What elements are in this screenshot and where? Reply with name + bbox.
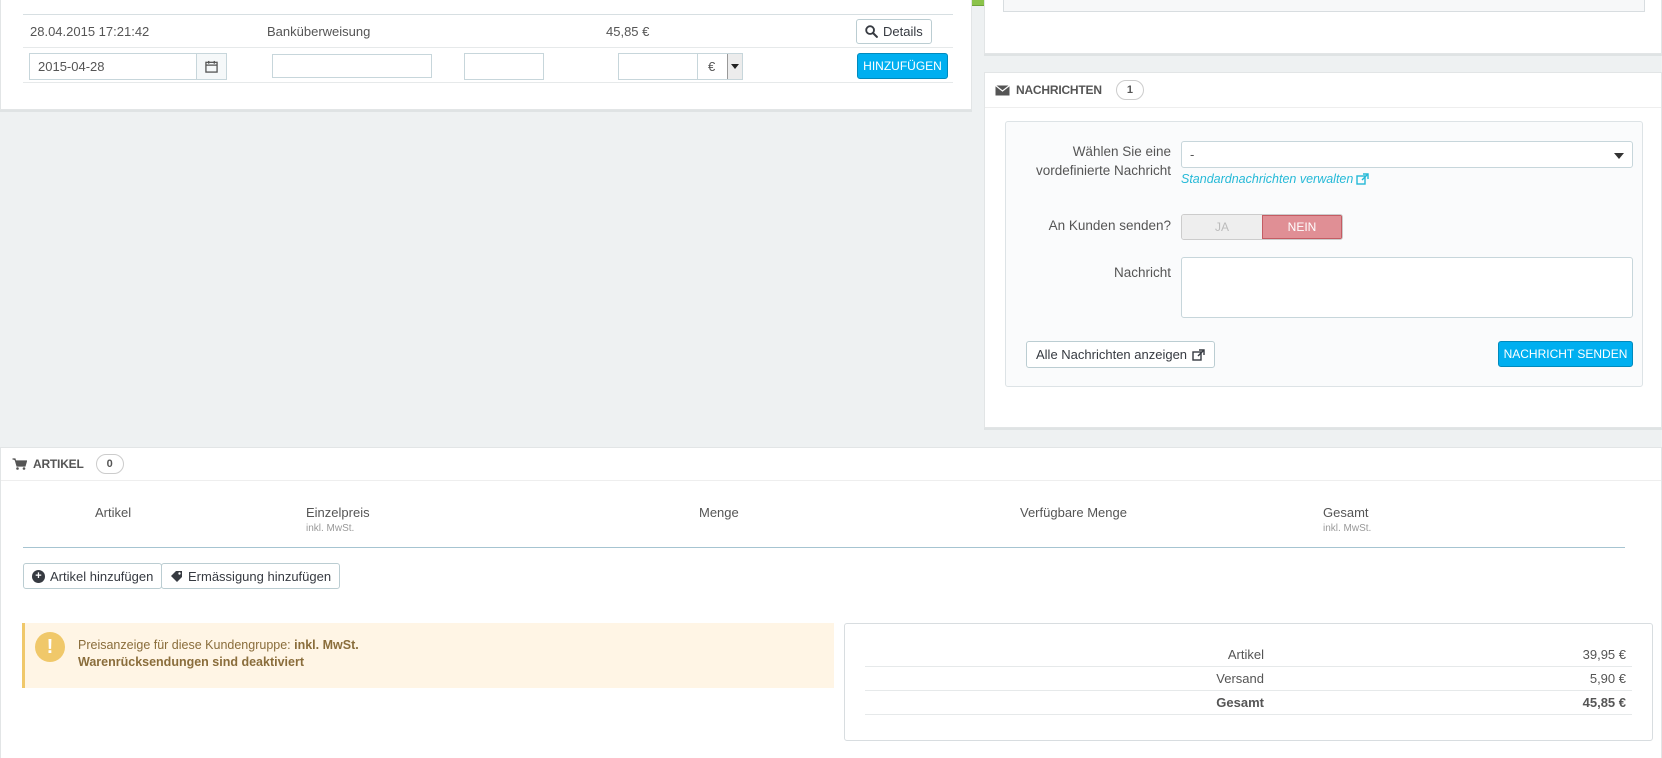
column-header-unit-price: Einzelpreis inkl. MwSt. [306,505,370,534]
transaction-id-input[interactable] [464,52,544,80]
messages-heading: NACHRICHTEN 1 [985,73,1661,108]
column-header-total: Gesamt inkl. MwSt. [1323,505,1371,534]
totals-shipping-label: Versand [1216,671,1264,686]
exclamation-icon: ! [35,632,65,662]
alert-text: Preisanzeige für diese Kundengruppe: ink… [78,637,359,671]
payments-panel: 28.04.2015 17:21:42 Banküberweisung 45,8… [0,0,972,110]
currency-select[interactable]: € [698,52,743,80]
add-discount-button[interactable]: Ermässigung hinzufügen [161,563,341,589]
envelope-icon [995,84,1010,95]
column-total-label: Gesamt [1323,505,1369,520]
manage-messages-link[interactable]: Standardnachrichten verwalten [1181,172,1370,186]
totals-grand-label: Gesamt [1216,695,1264,710]
payment-form-row: 2015-04-28 € HINZUFÜGEN [23,49,953,83]
column-unit-price-label: Einzelpreis [306,505,370,520]
payment-amount: 45,85 € [606,24,650,39]
column-total-sub: inkl. MwSt. [1323,523,1372,534]
order-totals-box: Artikel 39,95 € Versand 5,90 € Gesamt 45… [844,623,1653,741]
message-textarea[interactable] [1181,257,1633,318]
external-link-icon [1192,348,1205,361]
totals-articles-label: Artikel [1227,647,1264,662]
articles-panel: ARTIKEL 0 Artikel Einzelpreis inkl. MwSt… [0,447,1662,758]
add-article-label: Artikel hinzufügen [50,568,154,584]
alert-line2: Warenrücksendungen sind deaktiviert [78,655,304,669]
payment-date: 28.04.2015 17:21:42 [30,24,150,39]
currency-value: € [708,58,716,74]
totals-shipping-value: 5,90 € [1589,671,1626,686]
payment-amount-input[interactable] [618,52,698,80]
messages-count-badge: 1 [1115,80,1144,100]
send-to-customer-toggle[interactable]: JA NEIN [1181,214,1343,240]
search-icon [865,25,878,38]
table-header-divider [23,547,1625,548]
add-discount-label: Ermässigung hinzufügen [188,568,332,584]
details-label: Details [883,24,923,39]
price-display-alert: ! Preisanzeige für diese Kundengruppe: i… [22,623,834,688]
payment-date-input[interactable]: 2015-04-28 [29,52,197,80]
calendar-icon [205,60,218,73]
cart-icon [12,458,27,470]
column-article-label: Artikel [95,505,132,520]
send-to-customer-label: An Kunden senden? [1048,218,1171,233]
column-quantity-label: Menge [699,505,739,520]
predefined-message-select[interactable]: - [1181,141,1633,168]
totals-articles-value: 39,95 € [1582,647,1626,662]
column-header-quantity: Menge [699,505,739,520]
totals-row-articles: Artikel 39,95 € [865,643,1632,667]
articles-heading: ARTIKEL 0 [1,448,1661,481]
column-header-available-quantity: Verfügbare Menge [1020,505,1127,520]
add-payment-button[interactable]: HINZUFÜGEN [857,53,948,79]
articles-count-badge: 0 [95,454,124,474]
send-message-button[interactable]: NACHRICHT SENDEN [1498,341,1633,367]
column-unit-price-sub: inkl. MwSt. [306,523,355,534]
alert-line1-prefix: Preisanzeige für diese Kundengruppe: [78,638,295,652]
alert-line1-bold: inkl. MwSt. [294,638,359,652]
message-label: Nachricht [1113,265,1171,280]
predefined-label-line2: vordefinierte Nachricht [1035,163,1171,178]
payment-details-button[interactable]: Details [856,19,932,44]
order-info-panel [984,0,1662,54]
predefined-label-line1: Wählen Sie eine [1072,144,1171,159]
toggle-yes[interactable]: JA [1182,215,1262,239]
totals-grand-value: 45,85 € [1582,695,1626,710]
caret-down-icon [1614,153,1624,159]
messages-panel: NACHRICHTEN 1 Wählen Sie eine vordefinie… [984,72,1662,428]
payment-method: Banküberweisung [267,24,371,39]
caret-down-icon [727,53,742,79]
articles-title: ARTIKEL [33,457,84,471]
column-header-article: Artikel [95,505,131,520]
add-article-button[interactable]: + Artikel hinzufügen [23,563,163,589]
payment-method-input[interactable] [272,54,432,78]
messages-title: NACHRICHTEN [1016,83,1102,97]
predefined-message-label: Wählen Sie eine vordefinierte Nachricht [1016,142,1171,180]
totals-row-shipping: Versand 5,90 € [865,667,1632,691]
plus-circle-icon: + [32,569,45,583]
payment-row: 28.04.2015 17:21:42 Banküberweisung 45,8… [23,15,953,48]
predefined-message-value: - [1190,147,1195,162]
toggle-no[interactable]: NEIN [1262,215,1342,239]
calendar-button[interactable] [197,52,227,80]
show-all-messages-label: Alle Nachrichten anzeigen [1036,347,1188,362]
order-info-well [1003,0,1645,12]
manage-messages-link-label: Standardnachrichten verwalten [1181,172,1354,186]
external-link-icon [1356,173,1370,185]
tag-icon [171,570,182,582]
message-form: Wählen Sie eine vordefinierte Nachricht … [1005,121,1643,387]
show-all-messages-button[interactable]: Alle Nachrichten anzeigen [1026,341,1216,368]
totals-row-grand-total: Gesamt 45,85 € [865,691,1632,715]
column-available-quantity-label: Verfügbare Menge [1020,505,1127,520]
